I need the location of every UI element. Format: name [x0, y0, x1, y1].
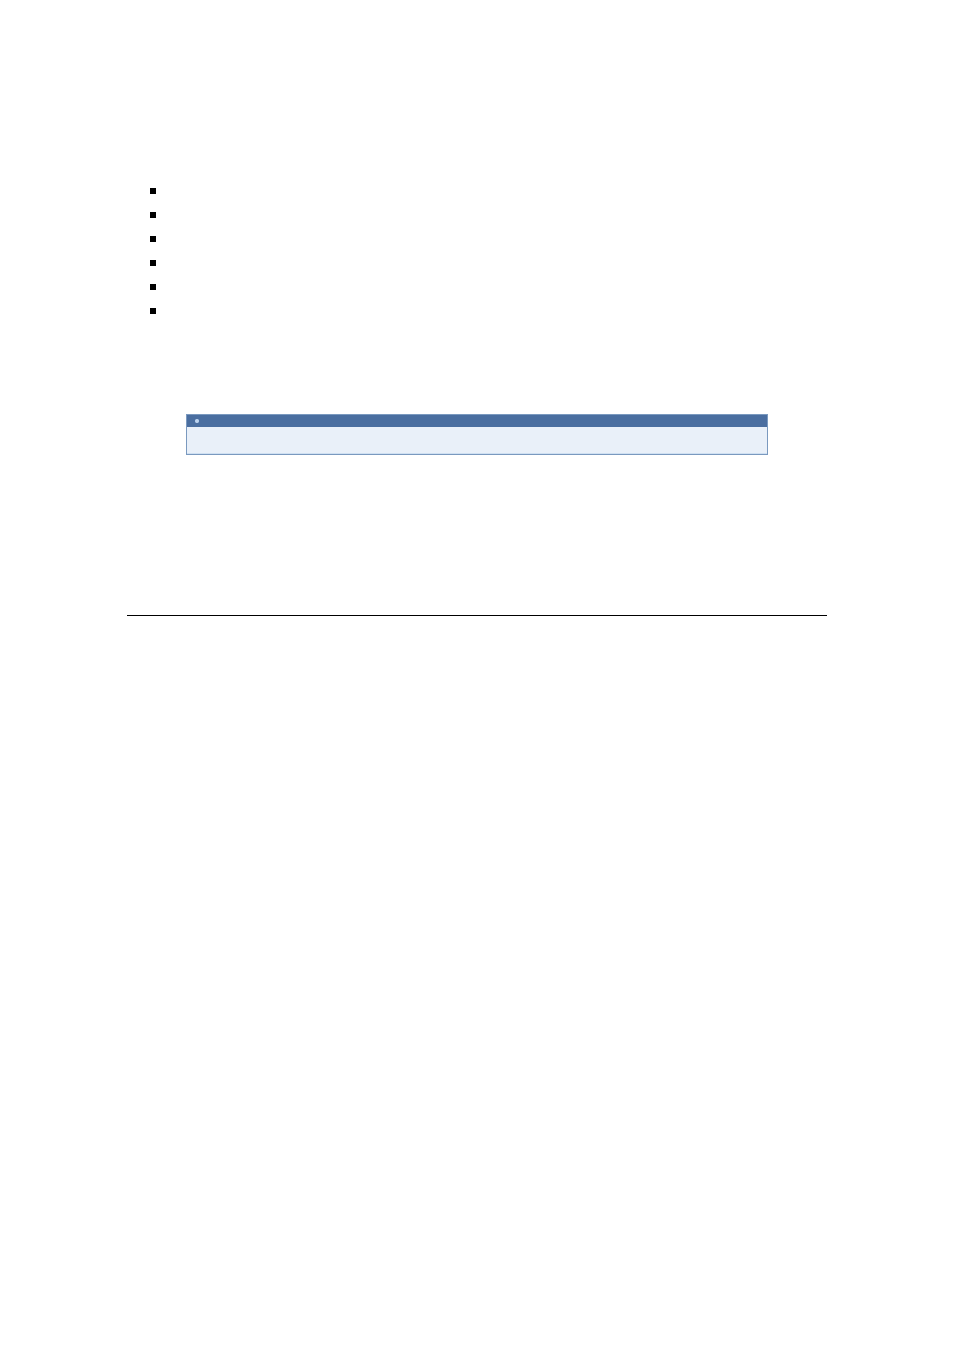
- th-duplex: [626, 427, 767, 454]
- port-table: [187, 427, 767, 454]
- panel-title: [187, 415, 767, 427]
- bullet-icon: [150, 212, 156, 218]
- th-security: [399, 427, 516, 454]
- bullet-icon: [150, 284, 156, 290]
- th-flow: [516, 427, 625, 454]
- th-status: [290, 427, 399, 454]
- bullet-icon: [150, 236, 156, 242]
- footer-divider: [127, 615, 827, 616]
- bullet-list: [150, 188, 954, 314]
- th-trunk: [236, 427, 291, 454]
- bullet-icon: [150, 260, 156, 266]
- th-port: [187, 427, 236, 454]
- port-parameter-panel: [186, 414, 768, 455]
- bullet-icon: [150, 188, 156, 194]
- bullet-icon: [150, 308, 156, 314]
